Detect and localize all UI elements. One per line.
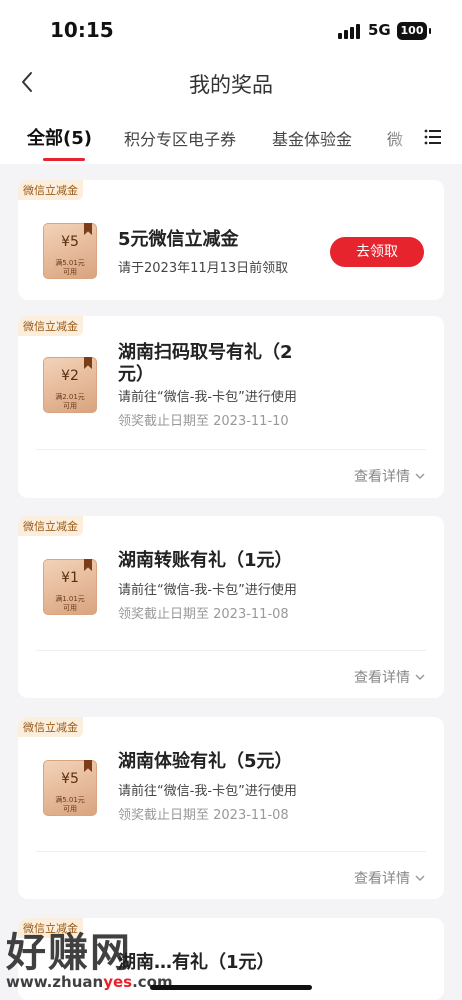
coupon-icon: ¥5 满5.01元 可用 [43, 760, 97, 816]
prize-card[interactable]: 微信立减金 ¥2 满2.01元 可用 湖南扫码取号有礼（2元） 请前往“微信-我… [18, 316, 444, 498]
card-deadline: 领奖截止日期至 2023-11-10 [118, 414, 289, 429]
view-details-label: 查看详情 [354, 871, 410, 887]
network-type: 5G [368, 21, 391, 39]
prize-card[interactable]: 微信立减金 ¥5 满5.01元 可用 湖南体验有礼（5元） 请前往“微信-我-卡… [18, 717, 444, 899]
view-details-label: 查看详情 [354, 670, 410, 686]
coupon-amount: ¥2 [61, 368, 79, 384]
card-title: 湖南转账有礼（1元） [118, 550, 293, 571]
card-tag: 微信立减金 [18, 717, 83, 737]
card-tag: 微信立减金 [18, 316, 83, 336]
card-tag: 微信立减金 [18, 180, 83, 200]
chevron-down-icon [415, 875, 425, 881]
chevron-down-icon [415, 674, 425, 680]
view-details-label: 查看详情 [354, 469, 410, 485]
tab-bar: 全部(5) 积分专区电子券 基金体验金 微 [0, 106, 462, 164]
watermark-url-pre: www.zhuan [6, 973, 104, 991]
coupon-amount: ¥5 [61, 771, 79, 787]
coupon-condition: 满2.01元 可用 [55, 393, 85, 410]
coupon-icon: ¥1 满1.01元 可用 [43, 559, 97, 615]
chevron-down-icon [415, 473, 425, 479]
battery-icon: 100 [397, 22, 431, 40]
watermark-url-accent: yes [103, 973, 133, 991]
tab-fund-trial[interactable]: 基金体验金 [272, 126, 352, 150]
card-deadline: 领奖截止日期至 2023-11-08 [118, 808, 289, 823]
card-divider [36, 449, 426, 450]
active-tab-indicator [43, 158, 85, 161]
view-details-link[interactable]: 查看详情 [354, 667, 426, 687]
view-details-link[interactable]: 查看详情 [354, 868, 426, 888]
page-title: 我的奖品 [189, 73, 273, 97]
battery-level: 100 [400, 24, 424, 37]
view-details-link[interactable]: 查看详情 [354, 466, 426, 486]
card-subtitle: 请前往“微信-我-卡包”进行使用 [118, 784, 297, 799]
coupon-icon: ¥2 满2.01元 可用 [43, 357, 97, 413]
card-tag: 微信立减金 [18, 516, 83, 536]
nav-bar: 我的奖品 [0, 60, 462, 106]
coupon-icon: ¥5 满5.01元 可用 [43, 223, 97, 279]
card-divider [36, 650, 426, 651]
tab-all[interactable]: 全部(5) [27, 124, 92, 150]
coupon-condition: 满1.01元 可用 [55, 595, 85, 612]
signal-icon [338, 24, 360, 39]
status-bar: 10:15 5G 100 [0, 0, 462, 60]
tab-points-coupons[interactable]: 积分专区电子券 [124, 126, 236, 150]
tab-fade [380, 106, 420, 164]
watermark-url: www.zhuanyes.com [6, 973, 173, 991]
prize-card[interactable]: 微信立减金 ¥1 满1.01元 可用 湖南转账有礼（1元） 请前往“微信-我-卡… [18, 516, 444, 698]
card-subtitle: 请前往“微信-我-卡包”进行使用 [118, 583, 297, 598]
claim-button[interactable]: 去领取 [330, 237, 424, 267]
prize-card[interactable]: 微信立减金 ¥5 满5.01元 可用 5元微信立减金 请于2023年11月13日… [18, 180, 444, 300]
home-indicator [150, 985, 312, 990]
card-subtitle: 请于2023年11月13日前领取 [118, 261, 289, 276]
card-deadline: 领奖截止日期至 2023-11-08 [118, 607, 289, 622]
coupon-amount: ¥1 [61, 570, 79, 586]
coupon-amount: ¥5 [61, 234, 79, 250]
card-title: 湖南扫码取号有礼（2元） [118, 342, 293, 385]
watermark-logo: 好赚网 [6, 930, 132, 976]
coupon-condition: 满5.01元 可用 [55, 796, 85, 813]
card-title: 湖南…有礼（1元） [118, 952, 275, 973]
card-title: 5元微信立减金 [118, 229, 239, 250]
card-title: 湖南体验有礼（5元） [118, 751, 293, 772]
card-subtitle: 请前往“微信-我-卡包”进行使用 [118, 390, 297, 405]
coupon-condition: 满5.01元 可用 [55, 259, 85, 276]
menu-list-icon[interactable] [420, 124, 446, 150]
card-divider [36, 851, 426, 852]
status-time: 10:15 [50, 18, 114, 42]
